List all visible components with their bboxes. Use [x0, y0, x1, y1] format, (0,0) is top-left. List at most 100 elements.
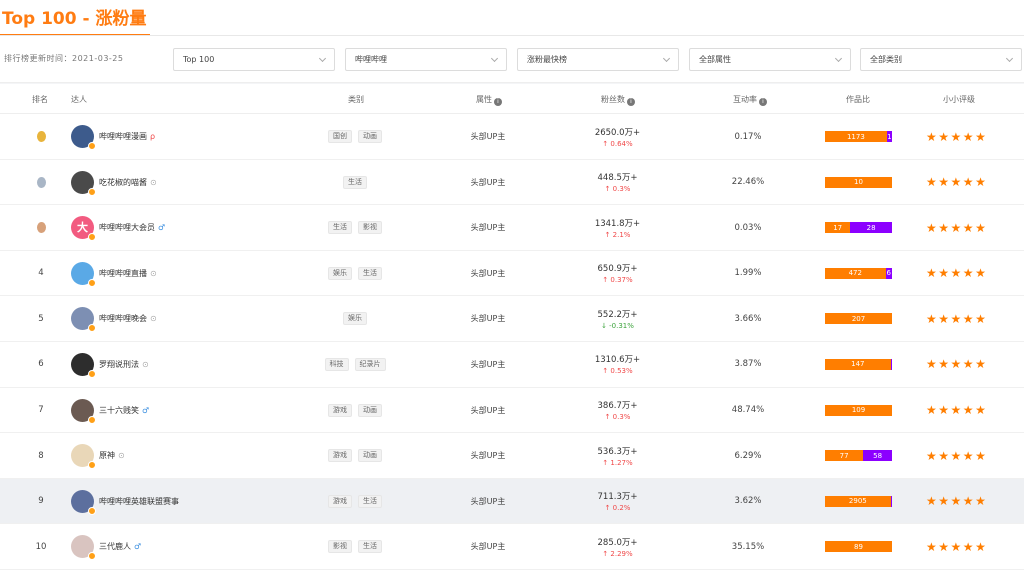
attribute-select[interactable]: 全部属性: [689, 48, 851, 71]
creator-name[interactable]: 三代鹿人: [99, 541, 131, 552]
info-circle-icon: ⊙: [150, 177, 157, 187]
header-interaction[interactable]: 互动率 i: [733, 94, 767, 106]
avatar[interactable]: [71, 125, 96, 150]
creator-cell[interactable]: 三代鹿人 ♂: [71, 524, 331, 569]
star-icon: ★: [950, 539, 962, 554]
works-bar-segment-video: 472: [825, 267, 886, 279]
info-icon[interactable]: i: [627, 98, 635, 106]
category-tag: 生活: [358, 266, 382, 280]
works-ratio-bar[interactable]: 89: [825, 541, 892, 553]
interaction-rate-value: 1.99%: [734, 268, 762, 279]
works-bar-segment-other: 58: [863, 450, 892, 462]
header-attribute[interactable]: 属性 i: [476, 94, 502, 106]
table-row[interactable]: 大哔哩哔哩大会员 ♂ 生活 影视 头部UP主 1341.8万+ ↑ 2.1% 0.03% 17 2…: [0, 205, 1024, 251]
rank-number: 7: [38, 405, 44, 416]
table-body: 哔哩哔哩漫画 ρ 国创 动画 头部UP主 2650.0万+ ↑ 0.64% 0.17% 1173…: [0, 114, 1024, 570]
interaction-rate: 35.15%: [718, 524, 778, 569]
works-bar-segment-other: [890, 495, 892, 507]
creator-cell[interactable]: 原神 ⊙: [71, 433, 331, 478]
avatar[interactable]: [71, 352, 96, 378]
creator-name[interactable]: 哔哩哔哩直播: [99, 268, 147, 279]
info-icon[interactable]: i: [759, 98, 767, 106]
interaction-rate-value: 0.17%: [734, 131, 762, 142]
fans-cell: 711.3万+ ↑ 0.2%: [575, 479, 660, 524]
creator-name[interactable]: 哔哩哔哩大会员: [99, 222, 155, 233]
works-ratio-bar[interactable]: 207: [825, 313, 892, 325]
category-cell: 生活: [300, 160, 410, 205]
table-header: 排名 达人 类别 属性 i 粉丝数 i 互动率 i 作品比 小小评级: [0, 84, 1024, 114]
works-ratio-bar[interactable]: 472 6: [825, 267, 892, 279]
star-icon: ★: [950, 266, 962, 281]
works-bar-segment-other: 28: [850, 222, 892, 234]
star-icon: ★: [926, 494, 937, 509]
avatar[interactable]: [71, 261, 96, 287]
creator-name[interactable]: 原神: [99, 450, 115, 461]
creator-cell[interactable]: 三十六贱笑 ♂: [71, 388, 331, 433]
verified-icon: [88, 369, 96, 378]
creator-name[interactable]: 哔哩哔哩英雄联盟赛事: [99, 496, 179, 507]
platform-select[interactable]: 哔哩哔哩: [345, 48, 507, 71]
works-ratio-cell: 472 6: [825, 251, 892, 296]
creator-cell[interactable]: 哔哩哔哩晚会 ⊙: [71, 296, 331, 341]
male-icon: ♂: [158, 223, 166, 233]
table-row[interactable]: 哔哩哔哩漫画 ρ 国创 动画 头部UP主 2650.0万+ ↑ 0.64% 0.17% 1173…: [0, 114, 1024, 160]
works-ratio-bar[interactable]: 147: [825, 358, 892, 370]
star-icon: ★: [975, 311, 986, 326]
verified-icon: [88, 324, 96, 333]
star-icon: ★: [975, 220, 986, 235]
fans-count: 650.9万+: [597, 264, 638, 275]
rating-stars: ★ ★ ★ ★ ★: [926, 524, 992, 569]
star-icon: ★: [962, 175, 974, 190]
star-icon: ★: [975, 129, 986, 144]
header-fans[interactable]: 粉丝数 i: [601, 94, 635, 106]
creator-cell[interactable]: 吃花椒的喵酱 ⊙: [71, 160, 331, 205]
works-ratio-bar[interactable]: 2905: [825, 495, 892, 507]
avatar[interactable]: [71, 444, 96, 470]
creator-name[interactable]: 罗翔说刑法: [99, 359, 139, 370]
works-bar-segment-video: 77: [825, 450, 864, 462]
creator-cell[interactable]: 哔哩哔哩漫画 ρ: [71, 114, 331, 159]
verified-icon: [88, 552, 96, 561]
table-row[interactable]: 5 哔哩哔哩晚会 ⊙ 娱乐 头部UP主 552.2万+ ↓ -0.31% 3.66% 207 ★ ★…: [0, 296, 1024, 342]
info-icon[interactable]: i: [494, 98, 502, 106]
creator-name[interactable]: 哔哩哔哩晚会: [99, 313, 147, 324]
creator-name[interactable]: 吃花椒的喵酱: [99, 177, 147, 188]
works-ratio-bar[interactable]: 17 28: [825, 222, 892, 234]
works-ratio-bar[interactable]: 77 58: [825, 450, 892, 462]
avatar[interactable]: [71, 170, 96, 196]
attribute-value: 头部UP主: [470, 314, 506, 324]
table-row[interactable]: 7 三十六贱笑 ♂ 游戏 动画 头部UP主 386.7万+ ↑ 0.3% 48.74% 109 ★ ★…: [0, 387, 1024, 434]
works-bar-segment-video: 17: [825, 222, 851, 234]
avatar[interactable]: [71, 535, 96, 561]
creator-name[interactable]: 哔哩哔哩漫画: [99, 131, 147, 142]
category-select[interactable]: 全部类别: [860, 48, 1022, 71]
avatar[interactable]: [71, 489, 96, 515]
creator-name[interactable]: 三十六贱笑: [99, 405, 139, 416]
rating-stars: ★ ★ ★ ★ ★: [926, 251, 992, 296]
category-cell: 科技 纪录片: [300, 342, 410, 387]
table-row[interactable]: 9 哔哩哔哩英雄联盟赛事 游戏 生活 头部UP主 711.3万+ ↑ 0.2% 3.62% 29…: [0, 478, 1024, 525]
creator-cell[interactable]: 哔哩哔哩英雄联盟赛事: [71, 479, 331, 524]
creator-cell[interactable]: 罗翔说刑法 ⊙: [71, 342, 331, 387]
table-row[interactable]: 吃花椒的喵酱 ⊙ 生活 头部UP主 448.5万+ ↑ 0.3% 22.46% 10 ★ ★ ★ ★ ★: [0, 159, 1024, 206]
table-row[interactable]: 10 三代鹿人 ♂ 影视 生活 头部UP主 285.0万+ ↑ 2.29% 35.15% 89 ★ ★…: [0, 524, 1024, 570]
header-interaction-label: 互动率: [733, 95, 757, 104]
avatar[interactable]: [71, 307, 96, 333]
creator-cell[interactable]: 哔哩哔哩直播 ⊙: [71, 251, 331, 296]
works-ratio-bar[interactable]: 109: [825, 404, 892, 416]
works-ratio-bar[interactable]: 10: [825, 176, 892, 188]
avatar[interactable]: [71, 398, 96, 424]
table-row[interactable]: 4 哔哩哔哩直播 ⊙ 娱乐 生活 头部UP主 650.9万+ ↑ 0.37% 1.99% 472 6…: [0, 250, 1024, 297]
table-row[interactable]: 8 原神 ⊙ 游戏 动画 头部UP主 536.3万+ ↑ 1.27% 6.29% 77 58 ★ ★ ★ ★…: [0, 433, 1024, 479]
category-tag: 娱乐: [343, 312, 367, 326]
table-row[interactable]: 6 罗翔说刑法 ⊙ 科技 纪录片 头部UP主 1310.6万+ ↑ 0.53% 3.87% 147…: [0, 341, 1024, 388]
creator-cell[interactable]: 大哔哩哔哩大会员 ♂: [71, 205, 331, 250]
star-icon: ★: [975, 448, 986, 463]
rank-number: 4: [38, 268, 44, 279]
avatar[interactable]: 大: [71, 216, 96, 242]
works-ratio-cell: 77 58: [825, 433, 892, 478]
ranking-type-select[interactable]: 涨粉最快榜: [517, 48, 679, 71]
works-ratio-bar[interactable]: 1173 1: [825, 131, 892, 142]
top-count-select[interactable]: Top 100: [173, 48, 335, 71]
fans-change: ↑ 0.37%: [602, 276, 633, 285]
